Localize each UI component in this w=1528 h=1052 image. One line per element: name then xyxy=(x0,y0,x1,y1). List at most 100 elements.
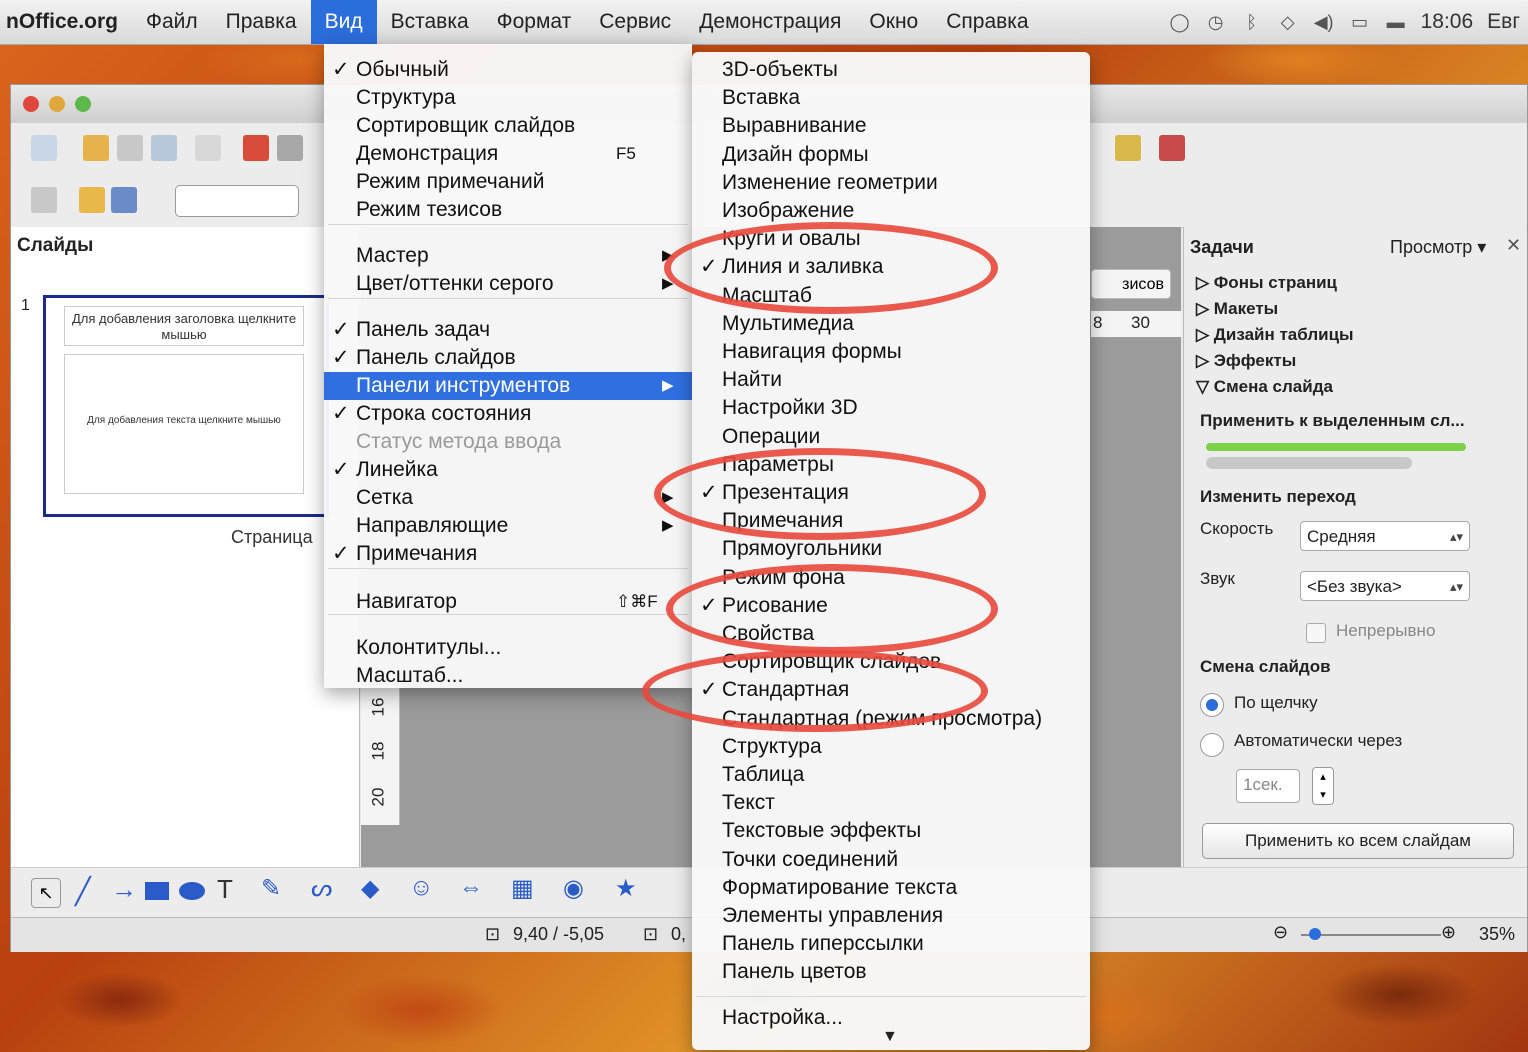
section-slide-transition[interactable]: ▽ Смена слайда xyxy=(1196,377,1333,397)
view-menu-item[interactable]: Статус метода ввода xyxy=(324,428,692,456)
menu-slideshow[interactable]: Демонстрация xyxy=(685,0,855,44)
view-menu-item[interactable]: ✓ Обычный xyxy=(324,56,692,84)
toolbar-menu-item[interactable]: Дизайн формы xyxy=(692,141,1090,169)
toolbar-menu-item[interactable]: Выравнивание xyxy=(692,112,1090,140)
toolbar-menu-item[interactable]: Изменение геометрии xyxy=(692,169,1090,197)
view-menu-item[interactable]: Режим тезисов xyxy=(324,196,692,224)
toolbar-menu-item[interactable]: Структура xyxy=(692,733,1090,761)
view-menu-item[interactable]: Демонстрация F5 xyxy=(324,140,692,168)
view-menu-item[interactable]: ✓ Линейка xyxy=(324,456,692,484)
view-menu-item[interactable]: ✓ Панель слайдов xyxy=(324,344,692,372)
toolbar-menu-item[interactable]: Операции xyxy=(692,423,1090,451)
rectangle-tool-icon[interactable] xyxy=(145,882,169,900)
stars-icon[interactable]: ★ xyxy=(615,874,637,903)
view-menu-item[interactable]: Навигатор ⇧⌘F xyxy=(324,588,692,616)
toolbar-menu-item[interactable]: Таблица xyxy=(692,761,1090,789)
email-icon[interactable] xyxy=(151,135,177,161)
open-folder-icon[interactable] xyxy=(83,135,109,161)
section-page-backgrounds[interactable]: ▷ Фоны страниц xyxy=(1196,273,1337,293)
callouts-icon[interactable]: ◉ xyxy=(563,874,584,903)
view-menu-item[interactable]: ✓ Строка состояния xyxy=(324,400,692,428)
ellipse-tool-icon[interactable] xyxy=(179,882,205,900)
zoom-slider-handle[interactable] xyxy=(1309,928,1321,940)
section-effects[interactable]: ▷ Эффекты xyxy=(1196,351,1296,371)
view-menu-item[interactable]: Панели инструментов ▶ xyxy=(324,372,692,400)
task-pane-view-menu[interactable]: Просмотр ▾ xyxy=(1390,237,1486,258)
slide-thumbnail[interactable]: Для добавления заголовка щелкните мышью … xyxy=(43,295,329,517)
view-menu-item[interactable]: Сортировщик слайдов xyxy=(324,112,692,140)
toolbar-menu-item[interactable]: Панель гиперссылки xyxy=(692,930,1090,958)
view-tab-outline[interactable]: зисов xyxy=(1091,269,1171,299)
battery-icon[interactable]: ▭ xyxy=(1349,11,1371,33)
basic-shapes-icon[interactable]: ◆ xyxy=(361,874,379,903)
toolbar-menu-item[interactable]: Текстовые эффекты xyxy=(692,817,1090,845)
arrow-style-icon[interactable] xyxy=(79,187,105,213)
menu-insert[interactable]: Вставка xyxy=(377,0,483,44)
section-layouts[interactable]: ▷ Макеты xyxy=(1196,299,1278,319)
edit-file-icon[interactable] xyxy=(195,135,221,161)
toolbar-menu-item[interactable]: Прямоугольники xyxy=(692,535,1090,563)
bluetooth-icon[interactable]: ᛒ xyxy=(1241,11,1263,33)
arrows-icon[interactable] xyxy=(111,187,137,213)
close-icon[interactable]: ✕ xyxy=(1506,235,1521,256)
view-menu-item[interactable]: ✓ Примечания xyxy=(324,540,692,568)
save-icon[interactable] xyxy=(117,135,143,161)
scroll-down-arrow-icon[interactable]: ▼ xyxy=(882,1028,898,1046)
insert-chart-icon[interactable] xyxy=(1159,135,1185,161)
menu-app[interactable]: nOffice.org xyxy=(0,0,132,44)
view-menu-item[interactable]: Направляющие ▶ xyxy=(324,512,692,540)
symbol-shapes-icon[interactable]: ☺ xyxy=(409,874,434,902)
sound-select[interactable]: <Без звука> ▴▾ xyxy=(1300,571,1470,601)
chat-icon[interactable]: ◯ xyxy=(1169,11,1191,33)
line-style-icon[interactable] xyxy=(31,187,57,213)
seconds-stepper[interactable]: ▴ ▾ xyxy=(1312,767,1334,805)
menu-view[interactable]: Вид xyxy=(310,0,377,44)
view-menu-item[interactable]: Сетка ▶ xyxy=(324,484,692,512)
zoom-out-icon[interactable]: ⊖ xyxy=(1273,922,1288,943)
menu-format[interactable]: Формат xyxy=(483,0,586,44)
toolbar-menu-item[interactable]: Изображение xyxy=(692,197,1090,225)
seconds-field[interactable]: 1сек. xyxy=(1236,769,1300,803)
zoom-slider[interactable] xyxy=(1301,934,1441,936)
connector-tool-icon[interactable]: ᔕ xyxy=(311,874,332,903)
on-click-radio[interactable] xyxy=(1200,693,1224,717)
speed-select[interactable]: Средняя ▴▾ xyxy=(1300,521,1470,551)
select-arrow-icon[interactable]: ↖ xyxy=(31,878,61,908)
toolbar-menu-item[interactable]: Элементы управления xyxy=(692,902,1090,930)
view-menu-item[interactable]: Масштаб... xyxy=(324,662,692,690)
view-menu-item[interactable]: Режим примечаний xyxy=(324,168,692,196)
volume-icon[interactable]: ◀) xyxy=(1313,11,1335,33)
auto-after-radio[interactable] xyxy=(1200,733,1224,757)
toolbar-menu-item[interactable]: Вставка xyxy=(692,84,1090,112)
section-table-design[interactable]: ▷ Дизайн таблицы xyxy=(1196,325,1354,345)
toolbar-menu-item[interactable]: Мультимедиа xyxy=(692,310,1090,338)
view-menu-item[interactable]: Структура xyxy=(324,84,692,112)
zoom-window-icon[interactable] xyxy=(75,96,91,112)
menu-edit[interactable]: Правка xyxy=(212,0,311,44)
text-tool-icon[interactable]: T xyxy=(217,874,233,905)
clock[interactable]: 18:06 xyxy=(1421,10,1474,34)
print-icon[interactable] xyxy=(277,135,303,161)
toolbar-menu-item[interactable]: Настройки 3D xyxy=(692,394,1090,422)
toolbar-menu-item[interactable]: Точки соединений xyxy=(692,846,1090,874)
menu-file[interactable]: Файл xyxy=(132,0,212,44)
zoom-in-icon[interactable]: ⊕ xyxy=(1441,922,1456,943)
menu-window[interactable]: Окно xyxy=(855,0,932,44)
loop-checkbox[interactable] xyxy=(1306,623,1326,643)
insert-image-icon[interactable] xyxy=(1115,135,1141,161)
toolbar-menu-item[interactable]: Найти xyxy=(692,366,1090,394)
minimize-window-icon[interactable] xyxy=(49,96,65,112)
view-menu-item[interactable]: Колонтитулы... xyxy=(324,634,692,662)
wifi-icon[interactable]: ◇ xyxy=(1277,11,1299,33)
user-name[interactable]: Евг xyxy=(1487,10,1520,34)
toolbar-menu-item[interactable]: Текст xyxy=(692,789,1090,817)
toolbar-menu-item[interactable]: 3D-объекты xyxy=(692,56,1090,84)
block-arrows-icon[interactable]: ⇔ xyxy=(459,874,483,902)
transition-list-scrollbar[interactable] xyxy=(1206,457,1412,469)
view-menu-item[interactable]: Мастер ▶ xyxy=(324,242,692,270)
apply-all-slides-button[interactable]: Применить ко всем слайдам xyxy=(1202,823,1514,859)
toolbar-menu-item[interactable]: Форматирование текста xyxy=(692,874,1090,902)
line-tool-icon[interactable]: ╱ xyxy=(75,876,91,907)
flowchart-icon[interactable]: ▦ xyxy=(511,874,534,903)
arrow-tool-icon[interactable]: → xyxy=(111,874,137,905)
